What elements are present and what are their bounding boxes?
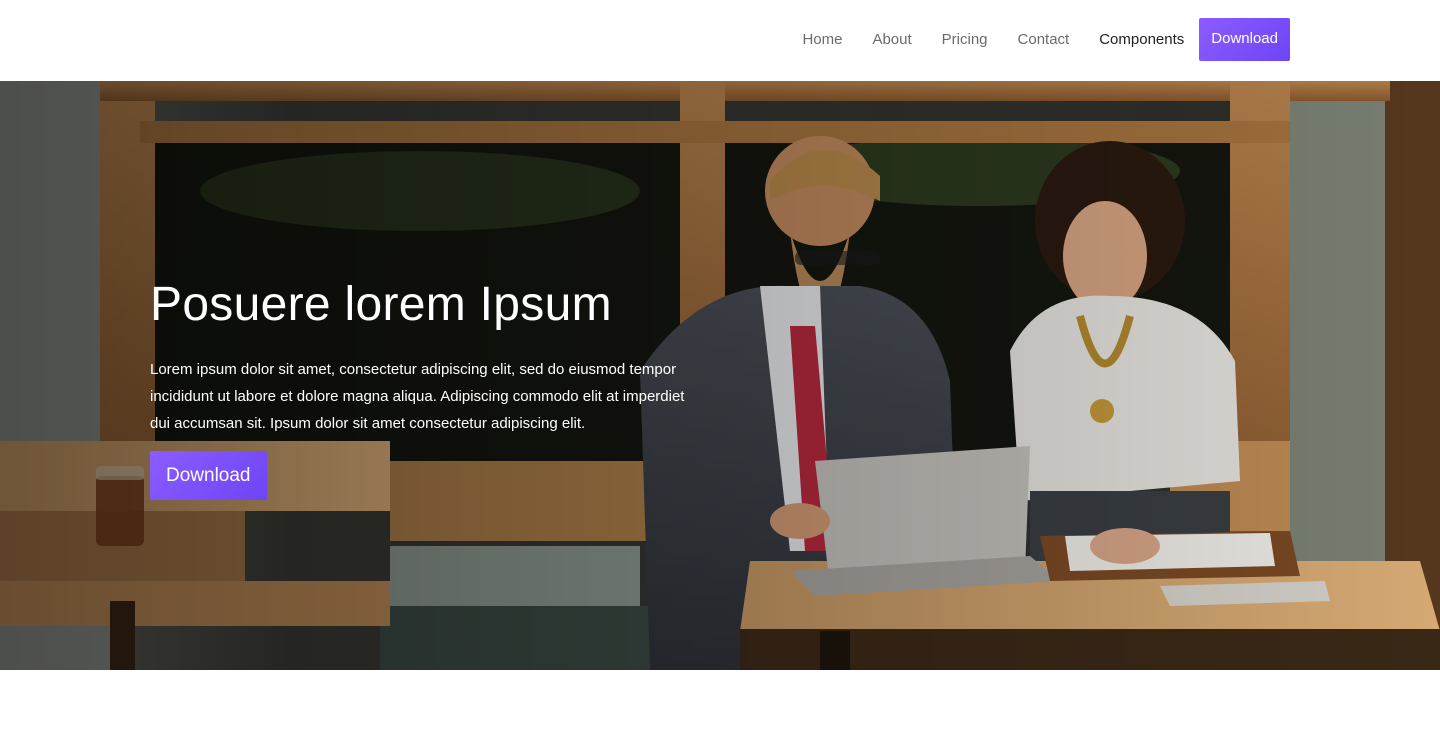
navbar: Home About Pricing Contact Components Do… bbox=[0, 0, 1440, 81]
hero-title: Posuere lorem Ipsum bbox=[150, 278, 612, 331]
nav-menu: Home About Pricing Contact Components Do… bbox=[787, 18, 1290, 61]
content-below-hero bbox=[0, 670, 1440, 739]
nav-link-home[interactable]: Home bbox=[787, 18, 857, 61]
hero-section: Posuere lorem Ipsum Lorem ipsum dolor si… bbox=[0, 81, 1440, 670]
nav-link-about[interactable]: About bbox=[857, 18, 926, 61]
nav-link-pricing[interactable]: Pricing bbox=[927, 18, 1003, 61]
hero-description: Lorem ipsum dolor sit amet, consectetur … bbox=[150, 361, 685, 432]
nav-link-components[interactable]: Components bbox=[1084, 18, 1199, 61]
hero-content: Posuere lorem Ipsum Lorem ipsum dolor si… bbox=[150, 276, 710, 500]
nav-link-contact[interactable]: Contact bbox=[1003, 18, 1085, 61]
nav-download-button[interactable]: Download bbox=[1199, 18, 1290, 61]
hero-download-button[interactable]: Download bbox=[150, 451, 267, 500]
